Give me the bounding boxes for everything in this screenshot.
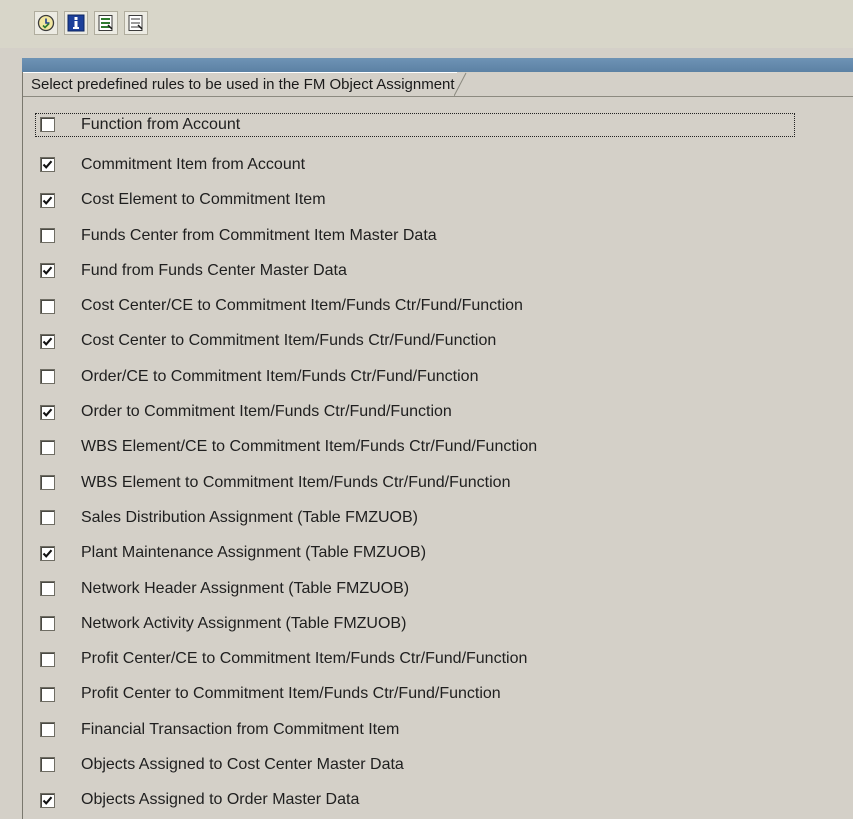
rule-label: Fund from Funds Center Master Data [81, 261, 347, 279]
frame-border [22, 72, 23, 819]
rule-checkbox[interactable] [40, 157, 55, 173]
rule-label: Cost Center to Commitment Item/Funds Ctr… [81, 332, 497, 350]
rule-label: Profit Center/CE to Commitment Item/Fund… [81, 650, 528, 668]
rule-label: Network Activity Assignment (Table FMZUO… [81, 614, 407, 632]
checkmark-icon [42, 408, 53, 417]
rule-checkbox[interactable] [40, 404, 55, 420]
rule-row[interactable]: Cost Center/CE to Commitment Item/Funds … [40, 288, 830, 323]
deselect-all-icon [127, 14, 145, 32]
rule-label: Objects Assigned to Cost Center Master D… [81, 755, 404, 773]
rule-checkbox[interactable] [40, 439, 55, 455]
rules-checkbox-list: Function from Account Commitment Item fro… [35, 112, 830, 818]
frame-title-tab [453, 72, 467, 97]
rule-row[interactable]: Financial Transaction from Commitment It… [40, 712, 830, 747]
rule-row[interactable]: Plant Maintenance Assignment (Table FMZU… [40, 536, 830, 571]
rule-checkbox[interactable] [40, 757, 55, 773]
deselect-all-button[interactable] [124, 11, 148, 35]
rule-checkbox[interactable] [40, 792, 55, 808]
rule-row[interactable]: Profit Center/CE to Commitment Item/Fund… [40, 641, 830, 676]
rule-row[interactable]: Cost Center to Commitment Item/Funds Ctr… [40, 324, 830, 359]
info-icon [67, 14, 85, 32]
rule-checkbox[interactable] [40, 686, 55, 702]
screen-title-bar [22, 58, 853, 72]
frame-title-underline [23, 96, 853, 97]
rule-row[interactable]: Function from Account [35, 112, 830, 147]
rule-row[interactable]: Commitment Item from Account [40, 147, 830, 182]
checkmark-icon [42, 196, 53, 205]
rule-label: Funds Center from Commitment Item Master… [81, 226, 437, 244]
rule-label: Cost Center/CE to Commitment Item/Funds … [81, 297, 523, 315]
rule-row[interactable]: WBS Element to Commitment Item/Funds Ctr… [40, 465, 830, 500]
rule-row[interactable]: Funds Center from Commitment Item Master… [40, 218, 830, 253]
checkmark-icon [42, 549, 53, 558]
checkmark-icon [42, 796, 53, 805]
select-all-button[interactable] [94, 11, 118, 35]
rule-label: Order/CE to Commitment Item/Funds Ctr/Fu… [81, 367, 479, 385]
rule-row[interactable]: Objects Assigned to Order Master Data [40, 783, 830, 818]
rule-row[interactable]: Cost Element to Commitment Item [40, 183, 830, 218]
rule-row[interactable]: Sales Distribution Assignment (Table FMZ… [40, 500, 830, 535]
rule-checkbox[interactable] [40, 651, 55, 667]
rule-checkbox[interactable] [40, 117, 55, 132]
rule-label: Profit Center to Commitment Item/Funds C… [81, 685, 501, 703]
application-toolbar [0, 0, 853, 48]
execute-button[interactable] [34, 11, 58, 35]
frame-title: Select predefined rules to be used in th… [23, 72, 457, 97]
rule-label: WBS Element/CE to Commitment Item/Funds … [81, 438, 538, 456]
checkmark-icon [42, 337, 53, 346]
rule-checkbox[interactable] [40, 581, 55, 596]
info-button[interactable] [64, 11, 88, 35]
rule-row[interactable]: Order/CE to Commitment Item/Funds Ctr/Fu… [40, 359, 830, 394]
rule-label: WBS Element to Commitment Item/Funds Ctr… [81, 473, 511, 491]
rule-label: Order to Commitment Item/Funds Ctr/Fund/… [81, 403, 452, 421]
rule-label: Plant Maintenance Assignment (Table FMZU… [81, 544, 427, 562]
rule-checkbox[interactable] [40, 369, 55, 385]
rule-checkbox[interactable] [40, 475, 55, 491]
rule-row[interactable]: Fund from Funds Center Master Data [40, 253, 830, 288]
rule-label: Cost Element to Commitment Item [81, 191, 326, 209]
rule-label: Objects Assigned to Order Master Data [81, 791, 360, 809]
rule-checkbox[interactable] [40, 192, 55, 208]
rule-checkbox[interactable] [40, 510, 55, 526]
rule-label: Commitment Item from Account [81, 155, 306, 173]
rule-row[interactable]: Network Header Assignment (Table FMZUOB) [40, 571, 830, 606]
rule-checkbox[interactable] [40, 722, 55, 738]
rule-row[interactable]: Network Activity Assignment (Table FMZUO… [40, 606, 830, 641]
checkmark-icon [42, 266, 53, 276]
rule-checkbox[interactable] [40, 228, 55, 244]
rule-checkbox[interactable] [40, 333, 55, 349]
rule-row[interactable]: Profit Center to Commitment Item/Funds C… [40, 677, 830, 712]
rule-label: Network Header Assignment (Table FMZUOB) [81, 579, 410, 597]
rule-label: Sales Distribution Assignment (Table FMZ… [81, 508, 418, 526]
rule-label: Financial Transaction from Commitment It… [81, 720, 400, 738]
rule-label: Function from Account [81, 116, 241, 133]
select-all-icon [97, 14, 115, 32]
rule-row[interactable]: WBS Element/CE to Commitment Item/Funds … [40, 430, 830, 465]
rule-checkbox[interactable] [40, 545, 55, 561]
rule-checkbox[interactable] [40, 298, 55, 314]
rule-row[interactable]: Order to Commitment Item/Funds Ctr/Fund/… [40, 394, 830, 429]
rule-checkbox[interactable] [40, 616, 55, 632]
execute-clock-icon [37, 14, 55, 32]
checkmark-icon [42, 160, 53, 170]
rule-checkbox[interactable] [40, 263, 55, 279]
rule-row[interactable]: Objects Assigned to Cost Center Master D… [40, 747, 830, 782]
